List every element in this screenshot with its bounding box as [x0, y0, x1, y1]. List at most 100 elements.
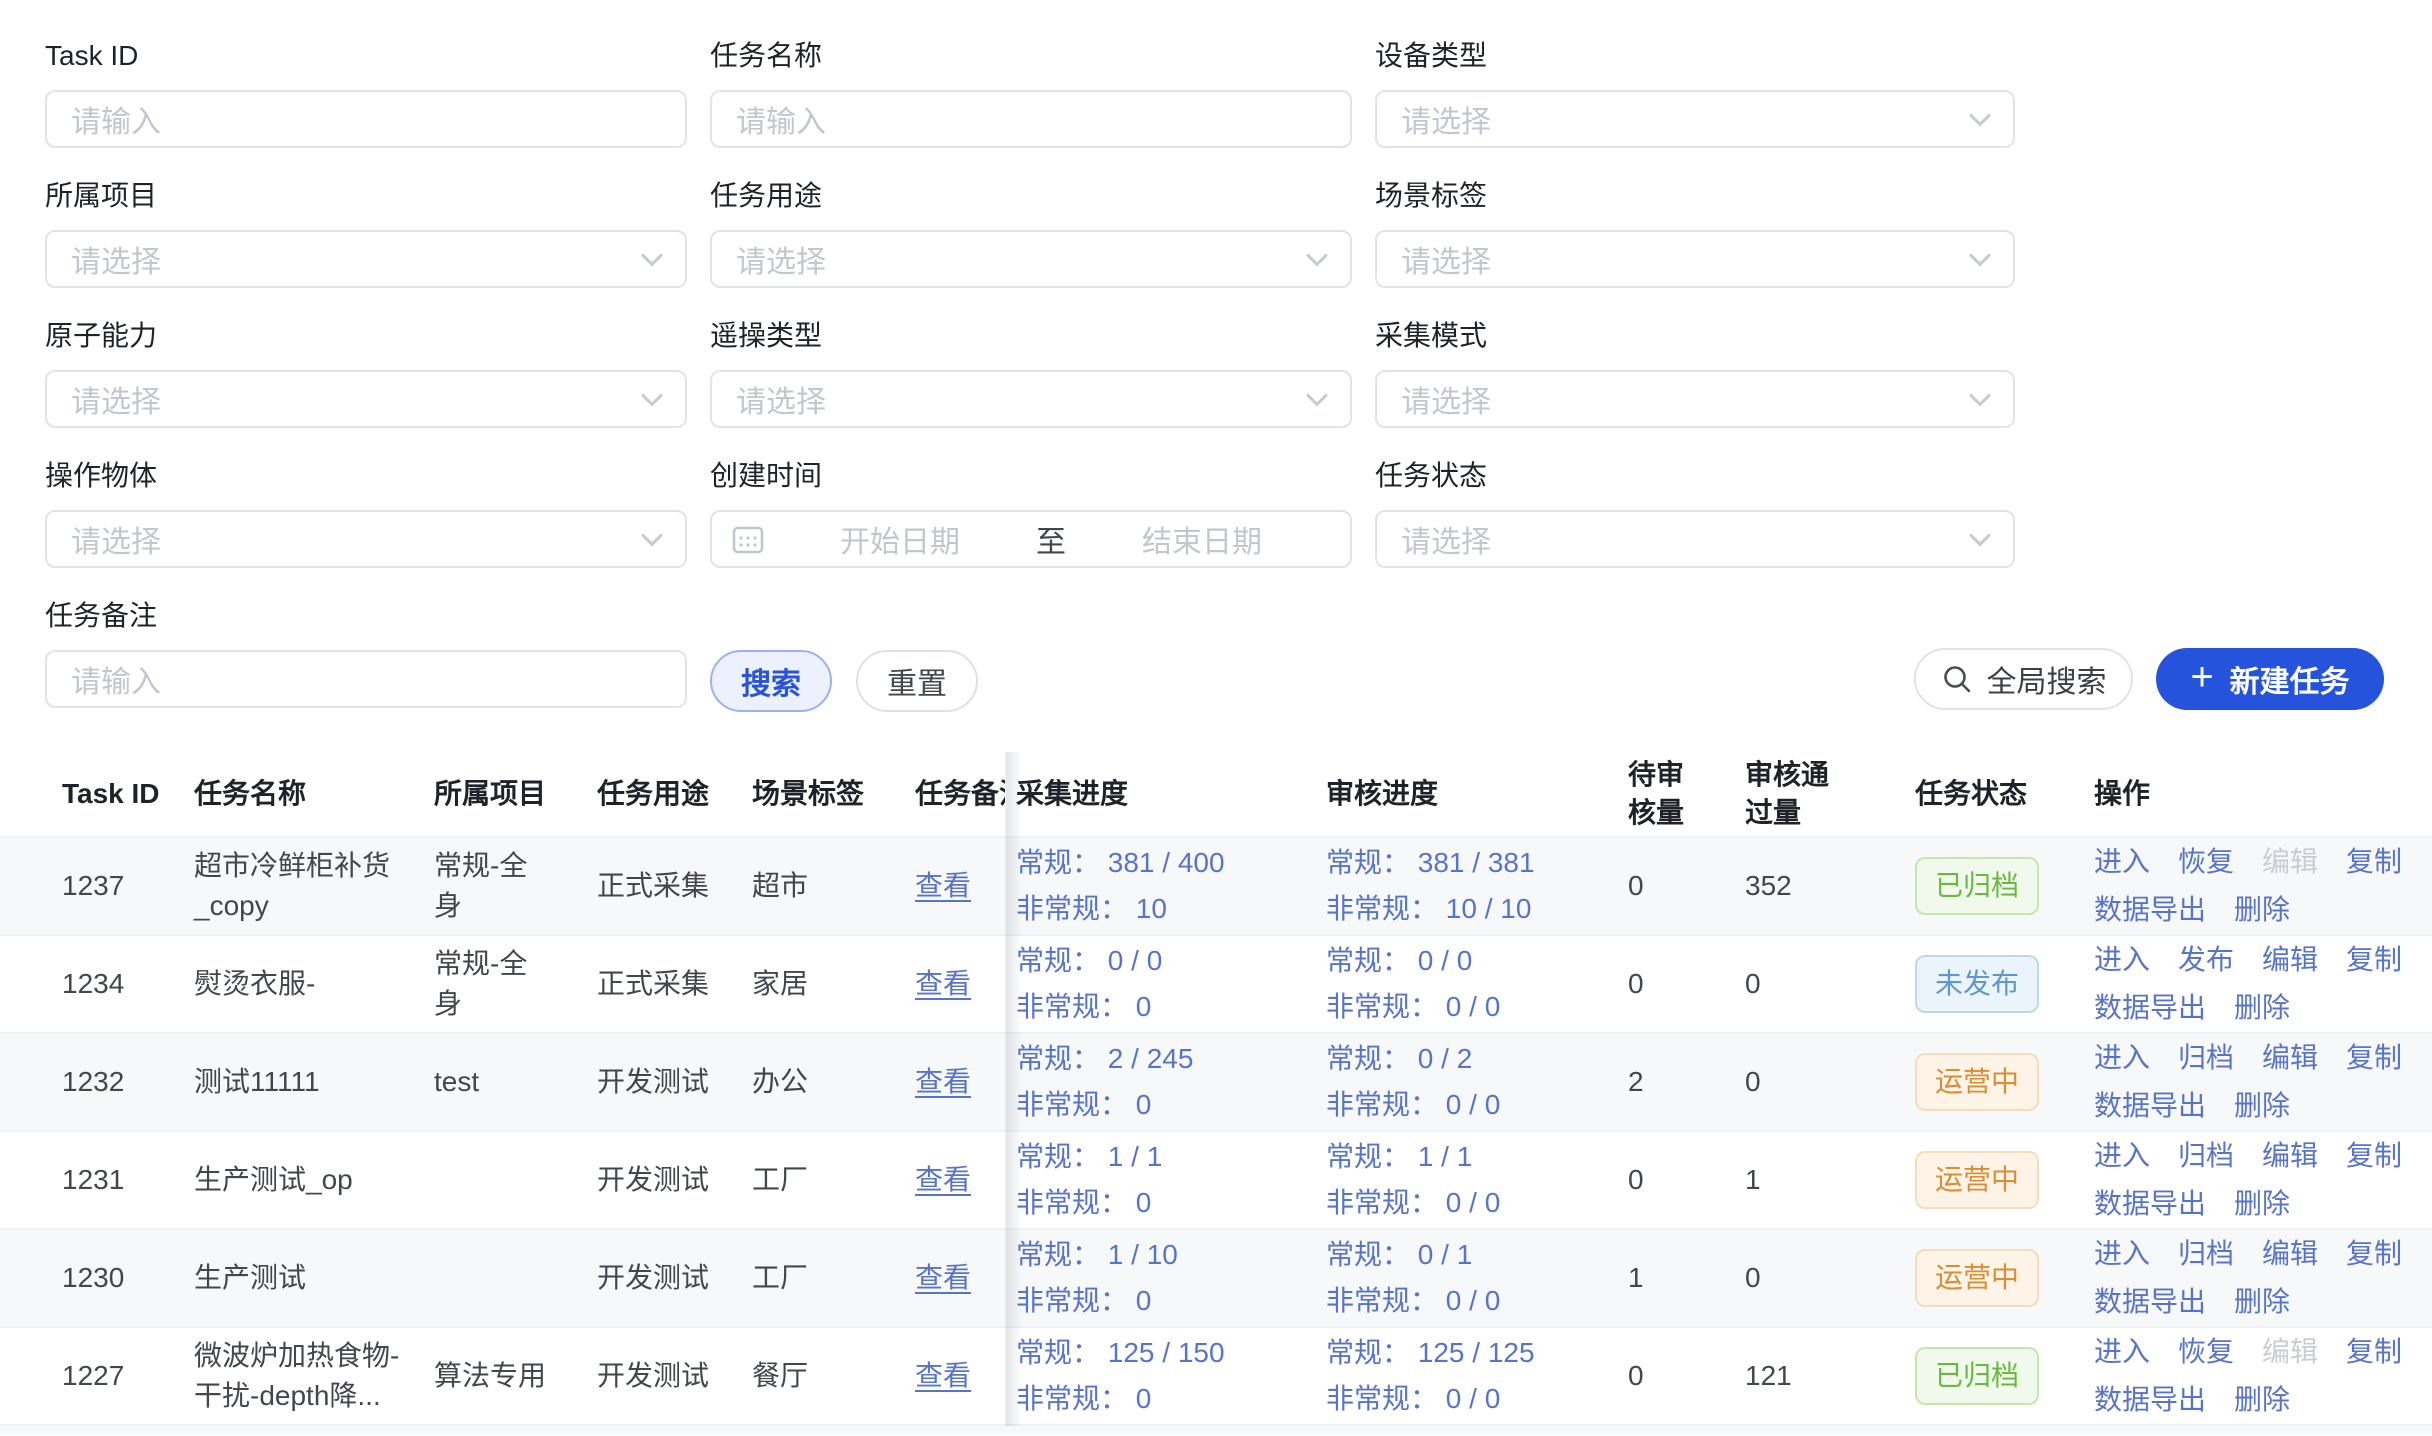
filter-label: 场景标签 — [1375, 178, 2015, 214]
cell-task-id: 1231 — [0, 1160, 194, 1200]
project-select[interactable]: 请选择 — [45, 230, 687, 288]
action-delete-link[interactable]: 删除 — [2234, 1182, 2290, 1226]
view-note-link[interactable]: 查看 — [915, 1066, 971, 1097]
action-delete-link[interactable]: 删除 — [2234, 1280, 2290, 1324]
action-enter-link[interactable]: 进入 — [2094, 1134, 2150, 1178]
cell-task-name: 生产测试 — [194, 1258, 434, 1298]
action-edit-link[interactable]: 编辑 — [2262, 938, 2318, 982]
col-collect-progress: 采集进度 — [1005, 774, 1315, 814]
select-placeholder: 请选择 — [1401, 237, 1491, 281]
review-regular: 常规： 0 / 1 — [1326, 1235, 1617, 1275]
collect-mode-field: 采集模式 请选择 — [1375, 318, 2015, 428]
teleop-type-select[interactable]: 请选择 — [710, 370, 1352, 428]
cell-project: 常规-全 身 — [434, 846, 597, 926]
action-edit-link[interactable]: 编辑 — [2262, 1036, 2318, 1080]
action-export-link[interactable]: 数据导出 — [2094, 986, 2206, 1030]
cell-operations: 进入发布编辑复制数据导出删除 — [2074, 938, 2432, 1030]
action-archive-link[interactable]: 归档 — [2178, 1036, 2234, 1080]
view-note-link[interactable]: 查看 — [915, 1262, 971, 1293]
action-copy-link[interactable]: 复制 — [2346, 840, 2402, 884]
start-date-placeholder[interactable]: 开始日期 — [770, 517, 1030, 561]
select-placeholder: 请选择 — [71, 237, 161, 281]
action-edit-link[interactable]: 编辑 — [2262, 1232, 2318, 1276]
action-copy-link[interactable]: 复制 — [2346, 1330, 2402, 1374]
search-button[interactable]: 搜索 — [710, 650, 832, 712]
object-select[interactable]: 请选择 — [45, 510, 687, 568]
action-archive-link[interactable]: 归档 — [2178, 1232, 2234, 1276]
plus-icon: + — [2190, 657, 2213, 697]
cell-review-progress: 常规： 125 / 125非常规： 0 / 0 — [1315, 1333, 1617, 1419]
view-note-link[interactable]: 查看 — [915, 968, 971, 999]
action-enter-link[interactable]: 进入 — [2094, 1232, 2150, 1276]
action-copy-link[interactable]: 复制 — [2346, 1134, 2402, 1178]
create-time-field: 创建时间 开始日期 至 结束日期 — [710, 458, 1352, 568]
cell-pending-count: 2 — [1617, 1063, 1717, 1101]
action-delete-link[interactable]: 删除 — [2234, 1084, 2290, 1128]
action-export-link[interactable]: 数据导出 — [2094, 1280, 2206, 1324]
cell-status: 已归档 — [1845, 857, 2074, 915]
cell-passed-count: 352 — [1717, 867, 1845, 905]
review-regular: 常规： 125 / 125 — [1326, 1333, 1617, 1373]
action-copy-link[interactable]: 复制 — [2346, 1036, 2402, 1080]
action-edit-link[interactable]: 编辑 — [2262, 1134, 2318, 1178]
select-placeholder: 请选择 — [736, 377, 826, 421]
atomic-capability-select[interactable]: 请选择 — [45, 370, 687, 428]
status-badge: 运营中 — [1915, 1053, 2039, 1111]
select-placeholder: 请选择 — [71, 517, 161, 561]
global-search-button[interactable]: 全局搜索 — [1914, 648, 2133, 710]
action-archive-link[interactable]: 归档 — [2178, 1134, 2234, 1178]
select-placeholder: 请选择 — [736, 237, 826, 281]
input-placeholder: 请输入 — [736, 97, 826, 141]
cell-note: 查看 — [915, 866, 1005, 906]
select-placeholder: 请选择 — [71, 377, 161, 421]
task-name-input[interactable]: 请输入 — [710, 90, 1352, 148]
action-enter-link[interactable]: 进入 — [2094, 938, 2150, 982]
action-delete-link[interactable]: 删除 — [2234, 1378, 2290, 1422]
create-time-range[interactable]: 开始日期 至 结束日期 — [710, 510, 1352, 568]
scene-tag-select[interactable]: 请选择 — [1375, 230, 2015, 288]
view-note-link[interactable]: 查看 — [915, 1164, 971, 1195]
collect-mode-select[interactable]: 请选择 — [1375, 370, 2015, 428]
action-delete-link[interactable]: 删除 — [2234, 888, 2290, 932]
cell-passed-count: 1 — [1717, 1161, 1845, 1199]
action-copy-link[interactable]: 复制 — [2346, 1232, 2402, 1276]
cell-pending-count: 0 — [1617, 867, 1717, 905]
cell-task-name: 微波炉加热食物- 干扰-depth降... — [194, 1336, 434, 1416]
view-note-link[interactable]: 查看 — [915, 1360, 971, 1391]
cell-task-id: 1234 — [0, 964, 194, 1004]
action-enter-link[interactable]: 进入 — [2094, 840, 2150, 884]
view-note-link[interactable]: 查看 — [915, 870, 971, 901]
action-enter-link[interactable]: 进入 — [2094, 1036, 2150, 1080]
action-delete-link[interactable]: 删除 — [2234, 986, 2290, 1030]
task-id-input[interactable]: 请输入 — [45, 90, 687, 148]
table-row: 1227 微波炉加热食物- 干扰-depth降... 算法专用 开发测试 餐厅 … — [0, 1326, 2432, 1424]
cell-purpose: 正式采集 — [597, 964, 752, 1004]
new-task-label: 新建任务 — [2230, 657, 2350, 701]
action-copy-link[interactable]: 复制 — [2346, 938, 2402, 982]
task-status-select[interactable]: 请选择 — [1375, 510, 2015, 568]
device-type-select[interactable]: 请选择 — [1375, 90, 2015, 148]
action-publish-link[interactable]: 发布 — [2178, 938, 2234, 982]
task-remark-input[interactable]: 请输入 — [45, 650, 687, 708]
cell-passed-count: 0 — [1717, 1259, 1845, 1297]
action-export-link[interactable]: 数据导出 — [2094, 1182, 2206, 1226]
cell-purpose: 正式采集 — [597, 866, 752, 906]
purpose-select[interactable]: 请选择 — [710, 230, 1352, 288]
action-export-link[interactable]: 数据导出 — [2094, 888, 2206, 932]
action-export-link[interactable]: 数据导出 — [2094, 1084, 2206, 1128]
review-irregular: 非常规： 0 / 0 — [1326, 1281, 1617, 1321]
reset-button[interactable]: 重置 — [856, 650, 978, 712]
task-status-field: 任务状态 请选择 — [1375, 458, 2015, 568]
chevron-down-icon — [1969, 253, 1991, 267]
end-date-placeholder[interactable]: 结束日期 — [1072, 517, 1332, 561]
action-restore-link[interactable]: 恢复 — [2178, 1330, 2234, 1374]
action-restore-link[interactable]: 恢复 — [2178, 840, 2234, 884]
new-task-button[interactable]: + 新建任务 — [2156, 648, 2384, 710]
chevron-down-icon — [1969, 533, 1991, 547]
action-enter-link[interactable]: 进入 — [2094, 1330, 2150, 1374]
select-placeholder: 请选择 — [1401, 517, 1491, 561]
cell-scene: 超市 — [752, 866, 915, 906]
cell-review-progress: 常规： 0 / 2非常规： 0 / 0 — [1315, 1039, 1617, 1125]
action-export-link[interactable]: 数据导出 — [2094, 1378, 2206, 1422]
review-regular: 常规： 0 / 2 — [1326, 1039, 1617, 1079]
